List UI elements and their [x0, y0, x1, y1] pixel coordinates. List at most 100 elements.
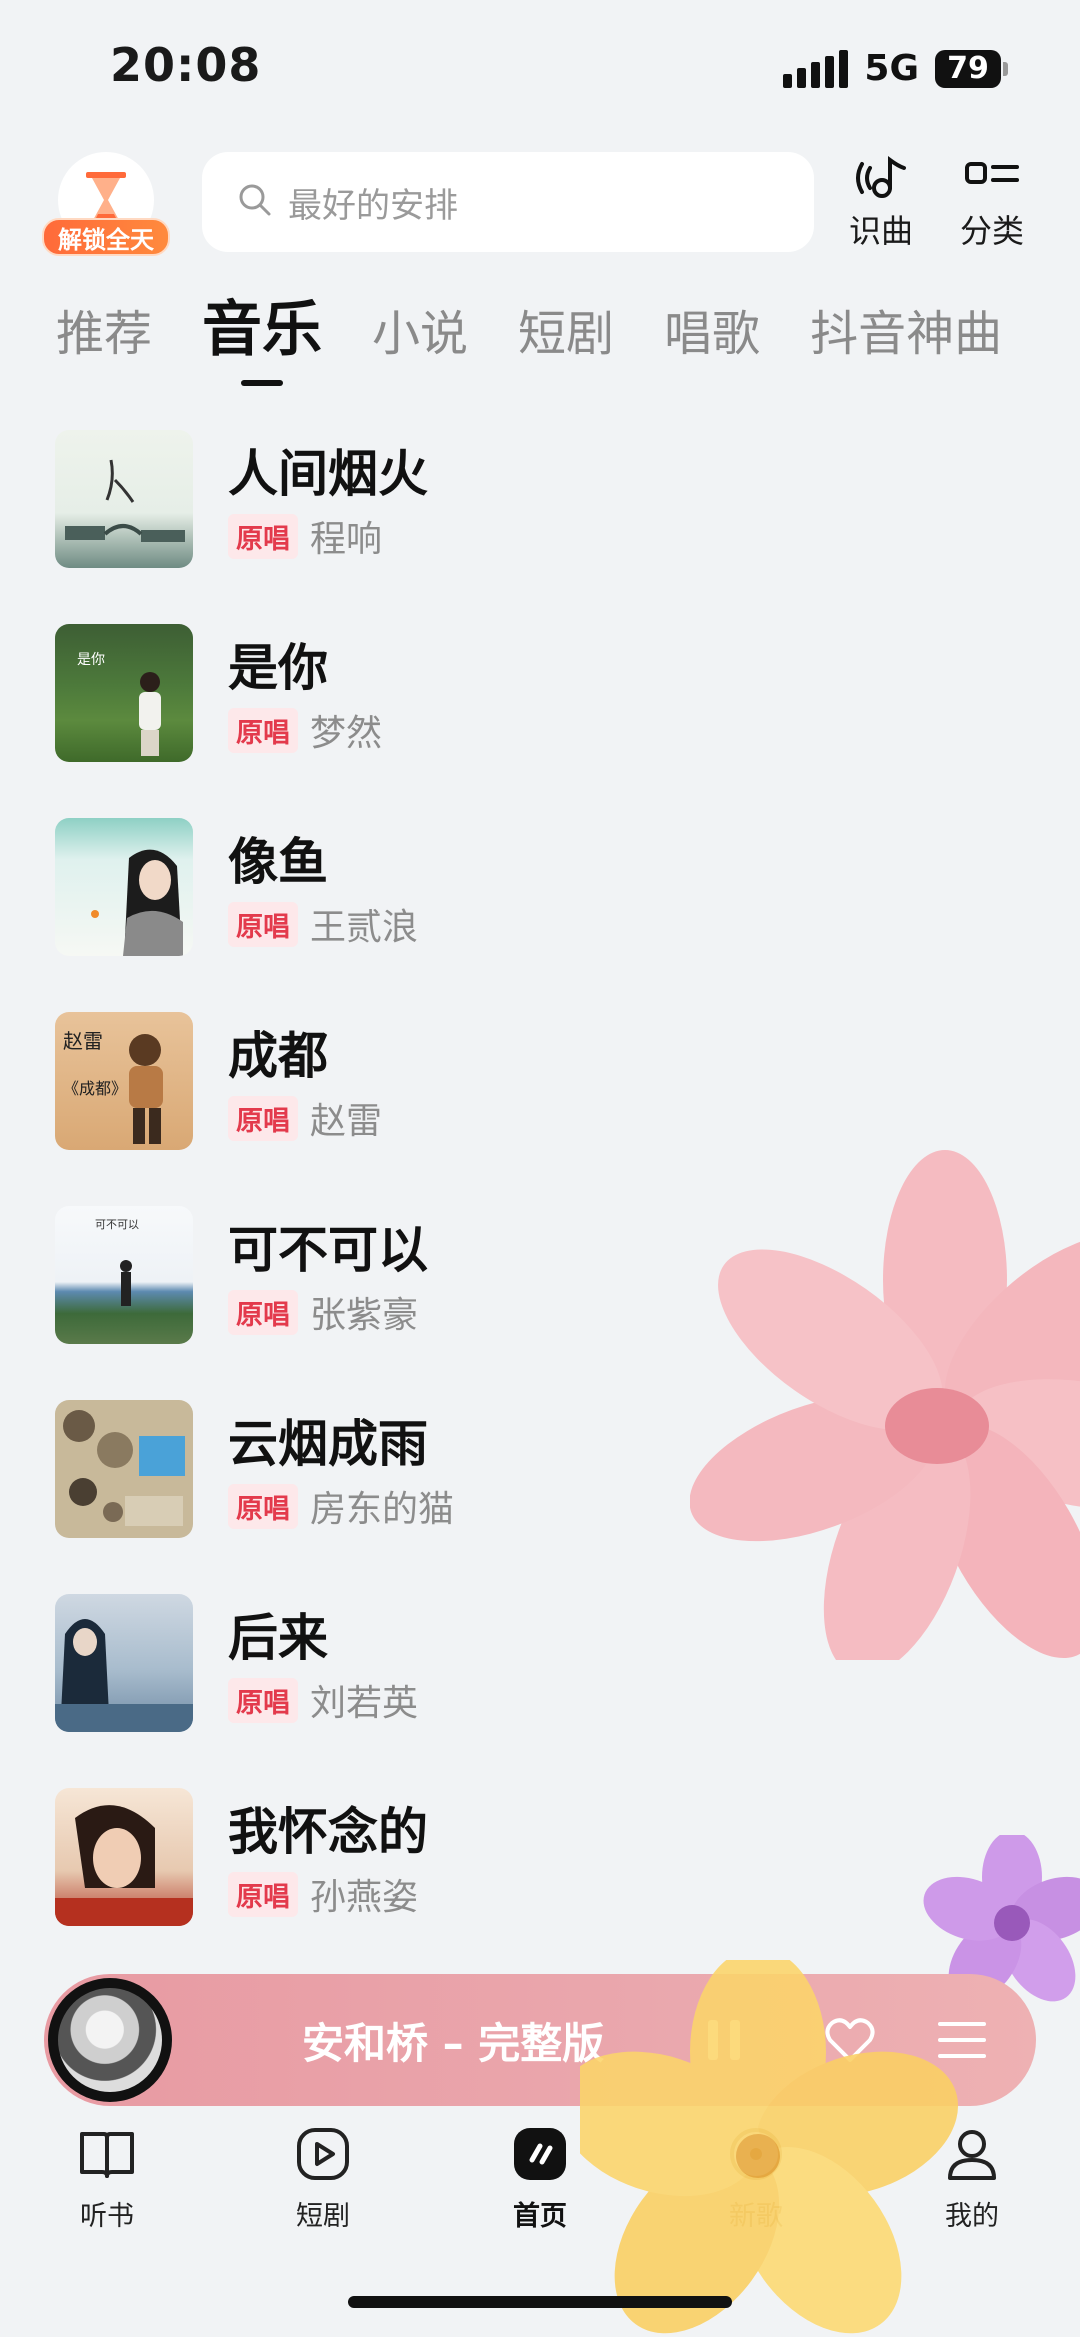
- song-list: 人间烟火 原唱 程响 是你 是你 原唱 梦然 像鱼 原唱 王贰浪 赵雷 《成都》…: [55, 430, 1035, 1982]
- nav-profile-label: 我的: [945, 2201, 999, 2232]
- song-meta: 原唱 张紫豪: [228, 1286, 418, 1338]
- song-title: 人间烟火: [228, 445, 428, 503]
- player-album-disc[interactable]: [48, 1978, 172, 2102]
- song-artist: 梦然: [310, 713, 383, 754]
- song-meta: 原唱 程响: [228, 510, 382, 562]
- song-item[interactable]: 人间烟火 原唱 程响: [55, 430, 1035, 624]
- battery-level: 79: [935, 49, 1001, 88]
- album-cover: [55, 1788, 193, 1926]
- song-title: 成都: [228, 1027, 328, 1085]
- original-tag: 原唱: [228, 1095, 298, 1141]
- album-cover: [55, 1594, 193, 1732]
- heart-icon: [825, 2018, 875, 2062]
- song-artist: 王贰浪: [310, 907, 419, 948]
- nav-new-songs-label: 新歌: [729, 2201, 783, 2232]
- song-meta: 原唱 房东的猫: [228, 1480, 454, 1532]
- nav-short-drama[interactable]: 短剧: [263, 2124, 383, 2233]
- home-indicator: [348, 2296, 732, 2308]
- favorite-button[interactable]: [822, 2014, 878, 2070]
- category-tabs: 推荐 音乐 小说 短剧 唱歌 抖音神曲: [56, 280, 1080, 390]
- song-title: 可不可以: [228, 1221, 428, 1279]
- original-tag: 原唱: [228, 1677, 298, 1723]
- original-tag: 原唱: [228, 1483, 298, 1529]
- nav-short-drama-label: 短剧: [296, 2201, 350, 2232]
- svg-text:赵雷: 赵雷: [63, 1029, 103, 1053]
- song-artist: 张紫豪: [310, 1295, 419, 1336]
- tab-recommend[interactable]: 推荐: [56, 294, 152, 390]
- album-cover: [55, 430, 193, 568]
- search-placeholder: 最好的安排: [288, 185, 458, 226]
- original-tag: 原唱: [228, 1289, 298, 1335]
- disc-icon: [696, 2124, 816, 2184]
- music-recognize-icon: [833, 156, 929, 200]
- song-item[interactable]: 我怀念的 原唱 孙燕姿: [55, 1788, 1035, 1982]
- nav-home[interactable]: 首页: [480, 2124, 600, 2233]
- song-artist: 刘若英: [310, 1683, 419, 1724]
- album-cover: 可不可以: [55, 1206, 193, 1344]
- tab-novel[interactable]: 小说: [372, 294, 468, 390]
- song-item[interactable]: 像鱼 原唱 王贰浪: [55, 818, 1035, 1012]
- song-artist: 房东的猫: [310, 1489, 455, 1530]
- album-cover: 是你: [55, 624, 193, 762]
- original-tag: 原唱: [228, 1871, 298, 1917]
- song-artist: 赵雷: [310, 1101, 383, 1142]
- tab-music[interactable]: 音乐: [202, 281, 322, 390]
- song-meta: 原唱 梦然: [228, 704, 382, 756]
- song-item[interactable]: 是你 是你 原唱 梦然: [55, 624, 1035, 818]
- mini-player[interactable]: 安和桥 – 完整版: [44, 1974, 1036, 2106]
- original-tag: 原唱: [228, 707, 298, 753]
- original-tag: 原唱: [228, 901, 298, 947]
- battery-icon: 79: [935, 49, 1008, 88]
- timer-badge-label: 解锁全天: [42, 218, 170, 256]
- nav-home-label: 首页: [513, 2201, 567, 2232]
- music-recognize-button[interactable]: 识曲: [833, 156, 929, 252]
- album-cover: 赵雷 《成都》: [55, 1012, 193, 1150]
- song-item[interactable]: 赵雷 《成都》 成都 原唱 赵雷: [55, 1012, 1035, 1206]
- nav-new-songs[interactable]: 新歌: [696, 2124, 816, 2233]
- song-artist: 程响: [310, 519, 383, 560]
- tab-short-drama[interactable]: 短剧: [518, 294, 614, 390]
- play-icon: [263, 2124, 383, 2184]
- playlist-button[interactable]: [936, 2014, 988, 2070]
- song-item[interactable]: 后来 原唱 刘若英: [55, 1594, 1035, 1788]
- status-indicators: 5G 79: [783, 48, 1008, 89]
- album-cover: [55, 1400, 193, 1538]
- music-recognize-label: 识曲: [848, 212, 913, 250]
- pause-button[interactable]: [700, 2014, 748, 2070]
- song-item[interactable]: 可不可以 可不可以 原唱 张紫豪: [55, 1206, 1035, 1400]
- unlock-timer-badge[interactable]: 解锁全天: [42, 152, 170, 256]
- song-title: 是你: [228, 639, 328, 697]
- song-meta: 原唱 王贰浪: [228, 898, 418, 950]
- tab-douyin-hits[interactable]: 抖音神曲: [810, 294, 1002, 390]
- svg-text:可不可以: 可不可以: [95, 1218, 139, 1231]
- nav-audiobook-label: 听书: [80, 2201, 134, 2232]
- search-input[interactable]: 最好的安排: [202, 152, 814, 252]
- category-button[interactable]: 分类: [944, 156, 1040, 252]
- nav-profile[interactable]: 我的: [912, 2124, 1032, 2233]
- playlist-icon: [938, 2022, 986, 2058]
- network-type: 5G: [864, 48, 919, 89]
- nav-audiobook[interactable]: 听书: [47, 2124, 167, 2233]
- status-time: 20:08: [110, 38, 262, 92]
- svg-text:是你: 是你: [77, 652, 105, 668]
- song-title: 后来: [228, 1609, 328, 1667]
- search-icon: [238, 183, 272, 221]
- album-cover: [55, 818, 193, 956]
- pause-icon: [708, 2020, 740, 2060]
- song-meta: 原唱 刘若英: [228, 1674, 418, 1726]
- home-icon: [480, 2124, 600, 2184]
- song-meta: 原唱 孙燕姿: [228, 1868, 418, 1920]
- signal-icon: [783, 49, 849, 88]
- svg-text:《成都》: 《成都》: [63, 1079, 127, 1098]
- song-title: 我怀念的: [228, 1803, 428, 1861]
- song-artist: 孙燕姿: [310, 1877, 419, 1918]
- book-icon: [47, 2124, 167, 2184]
- song-title: 云烟成雨: [228, 1415, 428, 1473]
- song-item[interactable]: 云烟成雨 原唱 房东的猫: [55, 1400, 1035, 1594]
- song-meta: 原唱 赵雷: [228, 1092, 382, 1144]
- now-playing-title: 安和桥 – 完整版: [302, 2019, 605, 2068]
- tab-sing[interactable]: 唱歌: [664, 294, 760, 390]
- song-title: 像鱼: [228, 833, 328, 891]
- category-label: 分类: [959, 212, 1024, 250]
- category-icon: [944, 156, 1040, 200]
